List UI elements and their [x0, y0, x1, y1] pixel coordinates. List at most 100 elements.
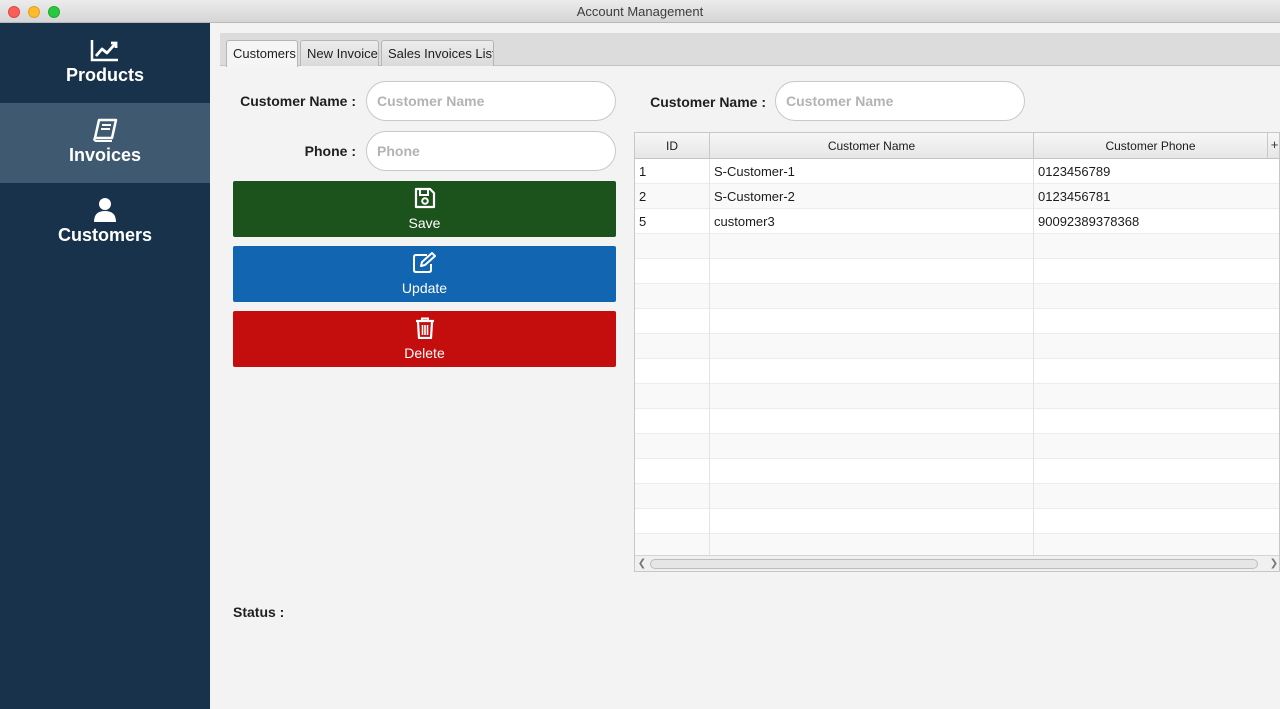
empty-table-row[interactable] — [635, 234, 1279, 259]
column-header-customer-name[interactable]: Customer Name — [710, 133, 1034, 159]
tab-new-invoice[interactable]: New Invoice — [300, 40, 379, 66]
cell-id — [635, 484, 710, 509]
update-button[interactable]: Update — [233, 246, 616, 302]
empty-table-row[interactable] — [635, 359, 1279, 384]
delete-button[interactable]: Delete — [233, 311, 616, 367]
save-button[interactable]: Save — [233, 181, 616, 237]
tab-bar: Customers New Invoice Sales Invoices Lis… — [220, 33, 1280, 67]
cell-id — [635, 259, 710, 284]
cell-customer-name — [710, 484, 1034, 509]
cell-customer-name — [710, 459, 1034, 484]
cell-customer-phone — [1034, 309, 1279, 334]
sidebar-item-invoices[interactable]: Invoices — [0, 103, 210, 183]
cell-customer-name — [710, 259, 1034, 284]
cell-customer-phone: 0123456789 — [1038, 164, 1111, 179]
cell-customer-name: S-Customer-2 — [710, 184, 1034, 209]
cell-id — [635, 384, 710, 409]
search-customer-name-input[interactable] — [775, 81, 1025, 121]
cell-customer-name — [710, 384, 1034, 409]
cell-id — [635, 309, 710, 334]
sidebar-item-customers[interactable]: Customers — [0, 183, 210, 263]
book-icon — [92, 117, 118, 143]
table-row[interactable]: 1 S-Customer-1 0123456789 — [635, 159, 1279, 184]
window-title: Account Management — [576, 4, 704, 19]
edit-icon — [412, 252, 438, 277]
empty-table-row[interactable] — [635, 434, 1279, 459]
empty-table-row[interactable] — [635, 309, 1279, 334]
column-header-customer-phone[interactable]: Customer Phone — [1034, 133, 1268, 159]
cell-id: 5 — [635, 209, 710, 234]
table-header: ID Customer Name Customer Phone + — [635, 133, 1279, 159]
cell-id — [635, 509, 710, 534]
table-row[interactable]: 5 customer3 90092389378368 — [635, 209, 1279, 234]
add-column-button[interactable]: + — [1268, 133, 1279, 159]
sidebar: Products Invoices Customers — [0, 23, 210, 709]
empty-table-row[interactable] — [635, 334, 1279, 359]
cell-id — [635, 409, 710, 434]
chart-line-icon — [90, 37, 120, 63]
cell-customer-name — [710, 234, 1034, 259]
cell-customer-name — [710, 334, 1034, 359]
tab-customers[interactable]: Customers — [226, 40, 298, 67]
delete-button-label: Delete — [404, 345, 445, 361]
empty-table-row[interactable] — [635, 459, 1279, 484]
scroll-right-icon[interactable]: ❯ — [1267, 556, 1279, 571]
cell-customer-phone — [1034, 234, 1279, 259]
cell-customer-phone — [1034, 359, 1279, 384]
cell-customer-phone — [1034, 459, 1279, 484]
save-button-label: Save — [408, 215, 441, 231]
empty-table-row[interactable] — [635, 284, 1279, 309]
trash-icon — [415, 317, 435, 342]
cell-id — [635, 284, 710, 309]
empty-table-row[interactable] — [635, 384, 1279, 409]
cell-id: 2 — [635, 184, 710, 209]
scrollbar-thumb[interactable] — [650, 559, 1258, 569]
user-icon — [93, 197, 117, 223]
table-body: 1 S-Customer-1 0123456789 2 S-Customer-2 0123… — [635, 159, 1279, 559]
floppy-disk-icon — [414, 187, 436, 212]
cell-customer-name: S-Customer-1 — [710, 159, 1034, 184]
search-customer-name-label: Customer Name : — [650, 94, 766, 110]
customer-name-label: Customer Name : — [240, 93, 356, 109]
phone-input[interactable] — [366, 131, 616, 171]
empty-table-row[interactable] — [635, 409, 1279, 434]
cell-customer-name — [710, 509, 1034, 534]
empty-table-row[interactable] — [635, 484, 1279, 509]
cell-customer-phone — [1034, 284, 1279, 309]
empty-table-row[interactable] — [635, 509, 1279, 534]
horizontal-scrollbar[interactable]: ❮ ❯ — [635, 555, 1279, 571]
status-label: Status : — [233, 604, 285, 620]
cell-customer-name — [710, 309, 1034, 334]
cell-customer-name — [710, 434, 1034, 459]
cell-customer-phone — [1034, 484, 1279, 509]
main-content: Customers New Invoice Sales Invoices Lis… — [210, 23, 1280, 709]
cell-customer-name — [710, 359, 1034, 384]
table-row[interactable]: 2 S-Customer-2 0123456781 — [635, 184, 1279, 209]
window-titlebar: Account Management — [0, 0, 1280, 23]
cell-customer-phone: 90092389378368 — [1038, 214, 1140, 229]
cell-customer-phone — [1034, 409, 1279, 434]
update-button-label: Update — [401, 280, 448, 296]
cell-id — [635, 434, 710, 459]
cell-id — [635, 234, 710, 259]
sidebar-item-label: Customers — [57, 225, 153, 245]
cell-customer-name — [710, 409, 1034, 434]
cell-customer-phone — [1034, 434, 1279, 459]
sidebar-item-label: Invoices — [68, 145, 142, 165]
phone-label: Phone : — [304, 143, 356, 159]
cell-customer-name — [710, 284, 1034, 309]
sidebar-item-label: Products — [65, 65, 144, 85]
cell-customer-phone — [1034, 259, 1279, 284]
empty-table-row[interactable] — [635, 259, 1279, 284]
cell-id: 1 — [635, 159, 710, 184]
cell-id — [635, 359, 710, 384]
cell-customer-phone — [1034, 384, 1279, 409]
cell-customer-phone: 0123456781 — [1038, 189, 1111, 204]
customer-name-input[interactable] — [366, 81, 616, 121]
sidebar-item-products[interactable]: Products — [0, 23, 210, 103]
tab-sales-invoices-list[interactable]: Sales Invoices List — [381, 40, 494, 66]
scroll-left-icon[interactable]: ❮ — [635, 556, 649, 571]
cell-customer-phone — [1034, 509, 1279, 534]
column-header-id[interactable]: ID — [635, 133, 710, 159]
cell-id — [635, 334, 710, 359]
